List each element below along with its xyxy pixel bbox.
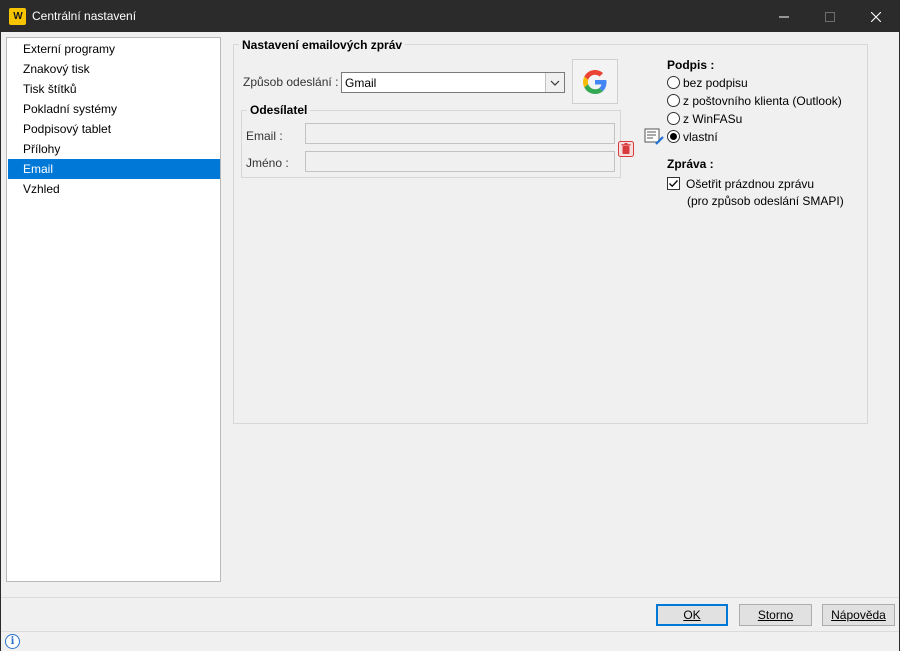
sender-group-title: Odesílatel [247, 103, 311, 117]
signature-title: Podpis : [667, 58, 715, 72]
edit-signature-icon [644, 128, 664, 145]
nav-item-email[interactable]: Email [8, 159, 220, 179]
close-icon [871, 11, 881, 22]
signature-custom-radio[interactable] [667, 130, 680, 143]
message-title: Zpráva : [667, 157, 714, 171]
help-button[interactable]: Nápověda [822, 604, 895, 626]
google-logo-icon [583, 69, 607, 94]
nav-item-character-print[interactable]: Znakový tisk [8, 59, 220, 79]
bottom-separator [1, 597, 899, 598]
nav-item-attachments[interactable]: Přílohy [8, 139, 220, 159]
info-icon[interactable]: i [5, 634, 20, 649]
signature-none-radio[interactable] [667, 76, 680, 89]
sender-email-label: Email : [246, 129, 283, 143]
empty-message-checkbox[interactable] [667, 177, 680, 190]
signature-none-label[interactable]: bez podpisu [683, 76, 748, 90]
help-button-label: Nápověda [831, 608, 886, 622]
signature-custom-label[interactable]: vlastní [683, 130, 718, 144]
chevron-down-icon [550, 80, 560, 86]
dropdown-arrow[interactable] [545, 73, 564, 92]
cancel-button[interactable]: Storno [739, 604, 812, 626]
minimize-button[interactable] [761, 1, 807, 32]
settings-category-list[interactable]: Externí programy Znakový tisk Tisk štítk… [6, 37, 221, 582]
close-button[interactable] [853, 1, 899, 32]
signature-outlook-label[interactable]: z poštovního klienta (Outlook) [683, 94, 842, 108]
nav-item-appearance[interactable]: Vzhled [8, 179, 220, 199]
cancel-button-label: Storno [757, 608, 794, 622]
sender-name-input[interactable] [305, 151, 615, 172]
ok-button[interactable]: OK [656, 604, 728, 626]
signature-winfas-label[interactable]: z WinFASu [683, 112, 742, 126]
trash-icon [618, 141, 634, 157]
checkmark-icon [669, 180, 678, 188]
nav-item-pos-systems[interactable]: Pokladní systémy [8, 99, 220, 119]
google-login-button[interactable] [572, 59, 618, 104]
email-settings-group-title: Nastavení emailových zpráv [239, 38, 406, 52]
minimize-icon [779, 16, 789, 17]
maximize-icon [825, 11, 835, 22]
settings-window: W Centrální nastavení Externí programy Z… [0, 0, 900, 651]
signature-winfas-radio[interactable] [667, 112, 680, 125]
edit-signature-button[interactable] [644, 128, 664, 146]
app-logo-icon: W [9, 8, 26, 25]
send-method-value: Gmail [345, 76, 377, 90]
nav-item-external-programs[interactable]: Externí programy [8, 39, 220, 59]
send-method-select[interactable]: Gmail [341, 72, 565, 93]
nav-item-signature-tablet[interactable]: Podpisový tablet [8, 119, 220, 139]
send-method-label: Způsob odeslání : [243, 75, 339, 89]
nav-item-label-print[interactable]: Tisk štítků [8, 79, 220, 99]
title-bar[interactable]: W Centrální nastavení [1, 1, 899, 32]
status-bar: i [1, 631, 899, 651]
signature-outlook-radio[interactable] [667, 94, 680, 107]
sender-name-label: Jméno : [246, 156, 289, 170]
sender-email-input[interactable] [305, 123, 615, 144]
delete-sender-button[interactable] [618, 141, 634, 157]
maximize-button[interactable] [807, 1, 853, 32]
empty-message-sublabel: (pro způsob odeslání SMAPI) [687, 194, 844, 208]
window-title: Centrální nastavení [32, 9, 137, 23]
ok-button-label: OK [683, 608, 701, 622]
empty-message-label[interactable]: Ošetřit prázdnou zprávu [686, 177, 814, 191]
